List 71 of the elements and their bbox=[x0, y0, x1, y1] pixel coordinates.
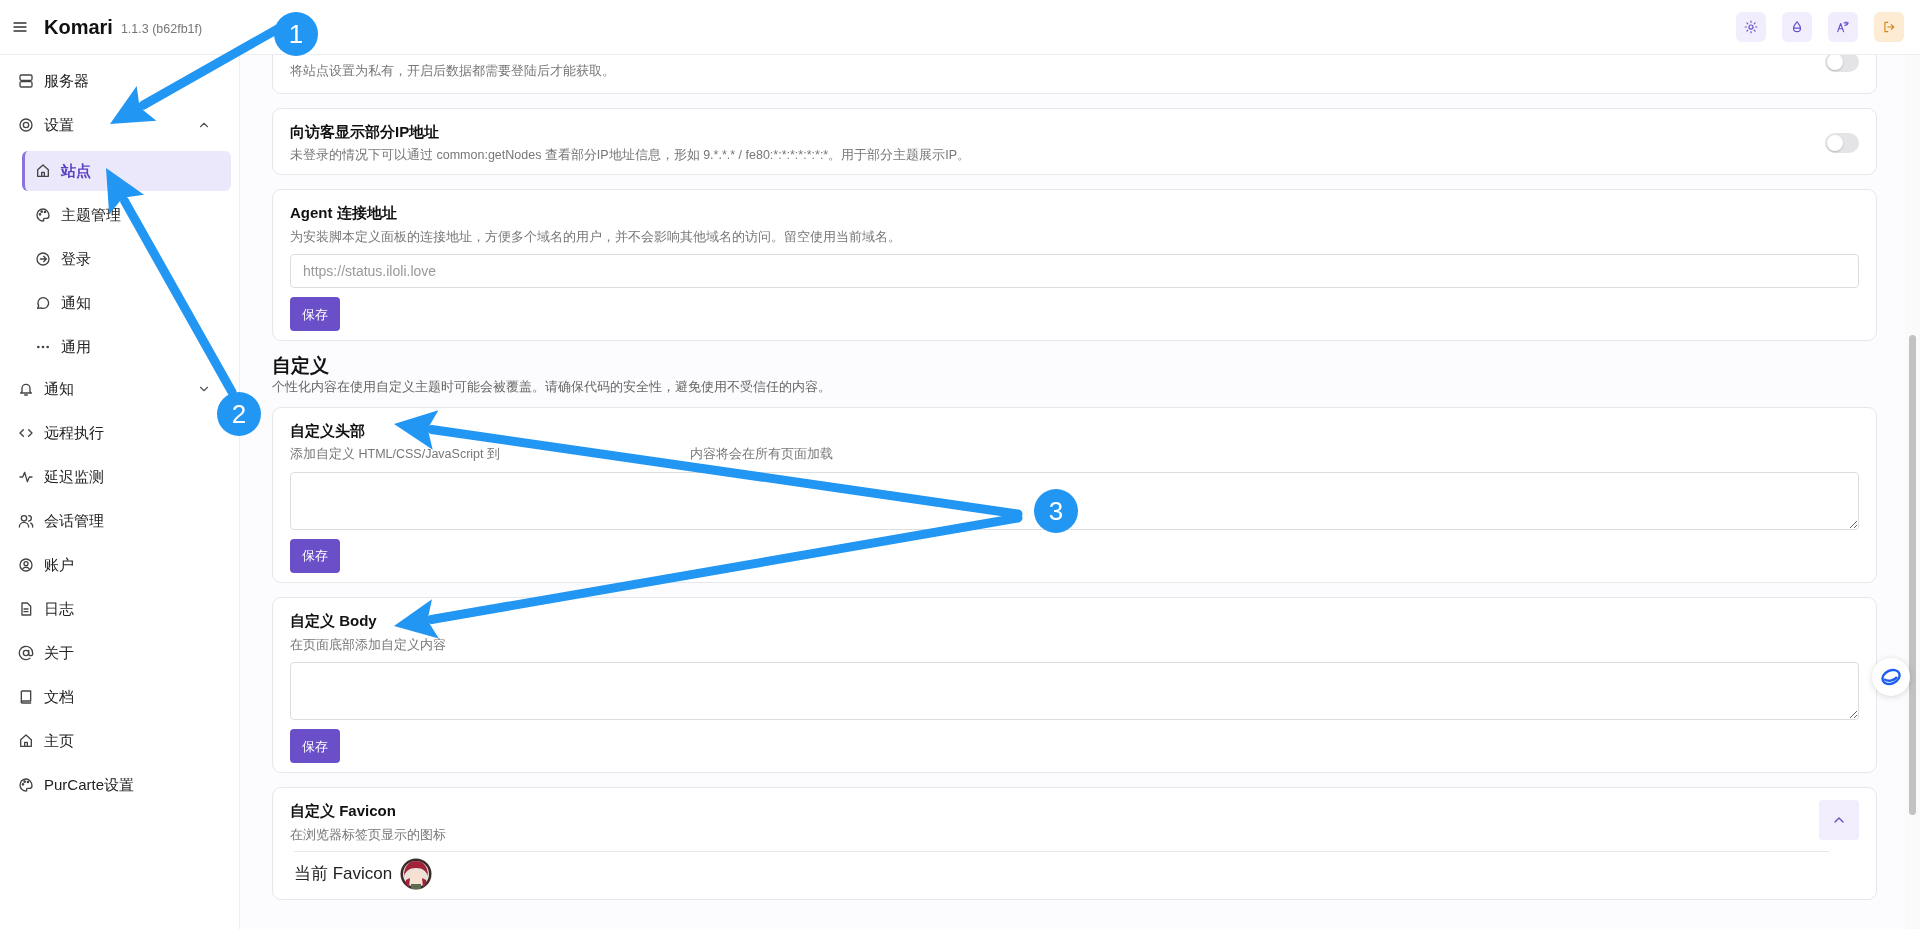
sidebar-item[interactable]: 服务器 bbox=[0, 63, 215, 99]
chat-icon bbox=[35, 295, 51, 311]
palette-icon bbox=[35, 207, 51, 223]
sidebar-item[interactable]: PurCarte设置 bbox=[0, 767, 215, 803]
card-description: 在页面底部添加自定义内容 bbox=[290, 636, 447, 654]
text-area[interactable] bbox=[290, 662, 1859, 721]
sidebar-item[interactable]: 远程执行 bbox=[0, 415, 215, 451]
sidebar-item[interactable]: 文档 bbox=[0, 679, 215, 715]
sidebar-item[interactable]: 设置 bbox=[0, 107, 215, 143]
pulse-icon bbox=[18, 469, 34, 485]
translate-icon bbox=[1836, 20, 1850, 34]
sidebar-item[interactable]: 账户 bbox=[0, 547, 215, 583]
home-icon bbox=[18, 733, 34, 749]
sidebar-item[interactable]: 通知 bbox=[0, 371, 215, 407]
sidebar-item[interactable]: 站点 bbox=[22, 151, 231, 191]
sun-icon bbox=[1744, 20, 1758, 34]
toggle-switch[interactable] bbox=[1825, 132, 1859, 153]
scrollbar-thumb[interactable] bbox=[1909, 335, 1916, 815]
input-field[interactable]: https://status.iloli.love bbox=[290, 254, 1859, 289]
section-subtitle: 个性化内容在使用自定义主题时可能会被覆盖。请确保代码的安全性，避免使用不受信任的内容。 bbox=[272, 379, 832, 397]
home-icon bbox=[35, 163, 51, 179]
book-icon bbox=[18, 689, 34, 705]
sidebar-item[interactable]: 延迟监测 bbox=[0, 459, 215, 495]
ring-icon bbox=[1880, 667, 1902, 687]
menu-icon bbox=[12, 19, 28, 35]
file-icon bbox=[18, 601, 34, 617]
save-button[interactable]: 保存 bbox=[290, 539, 340, 574]
sidebar-item[interactable]: 主页 bbox=[0, 723, 215, 759]
sidebar-item[interactable]: 会话管理 bbox=[0, 503, 215, 539]
step-marker: 2 bbox=[217, 392, 261, 436]
color-button[interactable] bbox=[1782, 12, 1812, 42]
settings-icon bbox=[18, 117, 34, 133]
sidebar-item[interactable]: 日志 bbox=[0, 591, 215, 627]
collapse-button[interactable] bbox=[1819, 800, 1859, 841]
sidebar-item[interactable]: 通知 bbox=[22, 283, 231, 323]
card-title: 自定义 Body bbox=[290, 611, 378, 632]
bell-icon bbox=[18, 381, 34, 397]
palette-icon bbox=[18, 777, 34, 793]
save-button[interactable]: 保存 bbox=[290, 729, 340, 764]
brand-name: Komari bbox=[44, 15, 113, 40]
sidebar-item[interactable]: 通用 bbox=[22, 327, 231, 367]
card-description: 将站点设置为私有，开启后数据都需要登陆后才能获取。 bbox=[290, 63, 616, 80]
sidebar-item[interactable]: 关于 bbox=[0, 635, 215, 671]
at-icon bbox=[18, 645, 34, 661]
logout-button[interactable] bbox=[1874, 12, 1904, 42]
card-title: 自定义头部 bbox=[290, 420, 366, 441]
version-label: 1.1.3 (b62fb1f) bbox=[120, 21, 203, 39]
text-area[interactable] bbox=[290, 472, 1859, 531]
section-title: 自定义 bbox=[272, 355, 330, 379]
logout-icon bbox=[1882, 20, 1896, 34]
save-button[interactable]: 保存 bbox=[290, 297, 340, 332]
users-icon bbox=[18, 513, 34, 529]
card-description: 内容将会在所有页面加载 bbox=[690, 446, 833, 464]
language-button[interactable] bbox=[1828, 12, 1858, 42]
server-icon bbox=[18, 73, 34, 89]
user-icon bbox=[18, 557, 34, 573]
card-title: Agent 连接地址 bbox=[290, 203, 398, 223]
card-title: 向访客显示部分IP地址 bbox=[290, 121, 441, 142]
card-description: 未登录的情况下可以通过 common:getNodes 查看部分IP地址信息，形如 9.*.*.* / fe80:*:*:*:*:*:*:*。用于部分主题展示IP。 bbox=[290, 147, 972, 165]
login-icon bbox=[35, 251, 51, 267]
card-description: 在浏览器标签页显示的图标 bbox=[290, 826, 447, 844]
toggle-switch[interactable] bbox=[1825, 55, 1859, 73]
theme-button[interactable] bbox=[1736, 12, 1766, 42]
sidebar-item[interactable]: 主题管理 bbox=[22, 195, 231, 235]
sidebar-item[interactable]: 登录 bbox=[22, 239, 231, 279]
drop-icon bbox=[1790, 20, 1804, 34]
card-title: 自定义 Favicon bbox=[290, 801, 397, 822]
card-description: 添加自定义 HTML/CSS/JavaScript 到 bbox=[290, 446, 500, 464]
card-description: 为安装脚本定义面板的连接地址，方便多个域名的用户，并不会影响其他域名的访问。留空使用当前域名。 bbox=[290, 228, 902, 246]
scrollbar[interactable] bbox=[1905, 55, 1920, 929]
current-favicon-label: 当前 Favicon bbox=[294, 862, 393, 885]
